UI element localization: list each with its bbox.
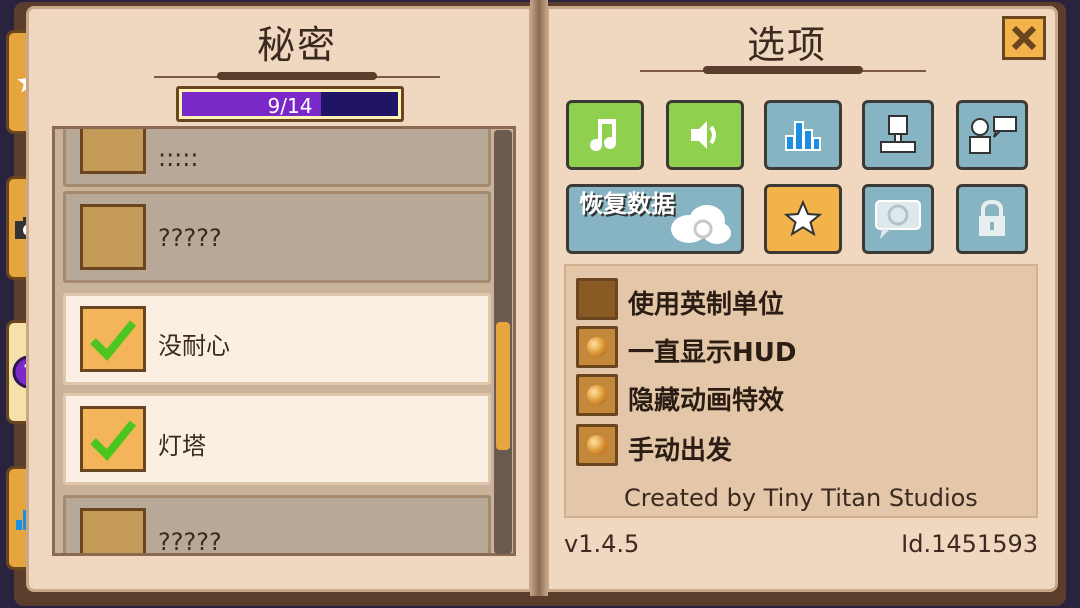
manual-launch-checkbox[interactable] [576, 424, 618, 466]
option-label: 使用英制单位 [628, 290, 785, 320]
credits-text: Created by Tiny Titan Studios [624, 484, 978, 512]
secret-status-box [80, 508, 146, 553]
stats-button[interactable] [764, 100, 842, 170]
close-button[interactable] [1002, 16, 1046, 60]
secret-row[interactable]: ????? [63, 191, 491, 283]
language-button[interactable] [862, 184, 934, 254]
secret-label: ????? [158, 528, 222, 556]
secrets-progress-bar: 9/14 [176, 86, 404, 122]
music-note-icon [590, 119, 616, 151]
sound-toggle-button[interactable] [666, 100, 744, 170]
community-button[interactable] [956, 100, 1028, 170]
speech-person-icon [969, 116, 1017, 154]
page-title-options: 选项 [746, 23, 827, 67]
options-panel: 使用英制单位 一直显示HUD 隐藏动画特效 手动出发 [564, 264, 1038, 518]
padlock-icon [979, 199, 1005, 236]
imperial-units-checkbox[interactable] [576, 278, 618, 320]
secret-label: 灯塔 [158, 432, 206, 460]
globe-bubble-icon [875, 200, 921, 239]
page-title-secrets: 秘密 [256, 23, 337, 67]
option-label: 手动出发 [628, 436, 733, 466]
version-text: v1.4.5 [564, 530, 640, 558]
secret-row[interactable]: ????? [63, 495, 491, 556]
lock-button[interactable] [956, 184, 1028, 254]
favorite-button[interactable] [764, 184, 842, 254]
secrets-list[interactable]: ::::: ????? 没耐心 灯塔 ????? [52, 126, 516, 556]
secret-status-box [80, 204, 146, 270]
secret-row[interactable]: 灯塔 [63, 393, 491, 485]
stamp-icon [880, 115, 916, 153]
music-toggle-button[interactable] [566, 100, 644, 170]
option-label: 隐藏动画特效 [628, 386, 785, 416]
secret-status-box [80, 406, 146, 472]
profile-button[interactable] [862, 100, 934, 170]
title-ornament [154, 70, 440, 84]
secret-status-box [80, 306, 146, 372]
speaker-icon [691, 121, 716, 149]
restore-data-button[interactable]: 恢复数据 [566, 184, 744, 254]
progress-label: 9/14 [267, 94, 313, 118]
close-icon [1011, 25, 1037, 51]
checkmark-icon [90, 420, 137, 461]
cloud-sync-icon [671, 205, 731, 244]
book-spine [530, 0, 548, 596]
secret-status-box [80, 129, 146, 174]
secret-label: ::::: [158, 144, 199, 172]
secrets-scroll-thumb[interactable] [496, 322, 510, 450]
option-label: 一直显示HUD [628, 338, 797, 368]
secret-row[interactable]: ::::: [63, 129, 491, 187]
secret-row[interactable]: 没耐心 [63, 293, 491, 385]
secret-label: 没耐心 [158, 332, 230, 360]
secret-label: ????? [158, 224, 222, 252]
bar-chart-icon [785, 121, 821, 151]
title-ornament [640, 64, 926, 78]
player-id-text: Id.1451593 [901, 530, 1038, 558]
star-icon [783, 199, 823, 237]
restore-data-label: 恢复数据 [579, 190, 675, 218]
always-show-hud-checkbox[interactable] [576, 326, 618, 368]
checkmark-icon [90, 320, 137, 361]
hide-animations-checkbox[interactable] [576, 374, 618, 416]
